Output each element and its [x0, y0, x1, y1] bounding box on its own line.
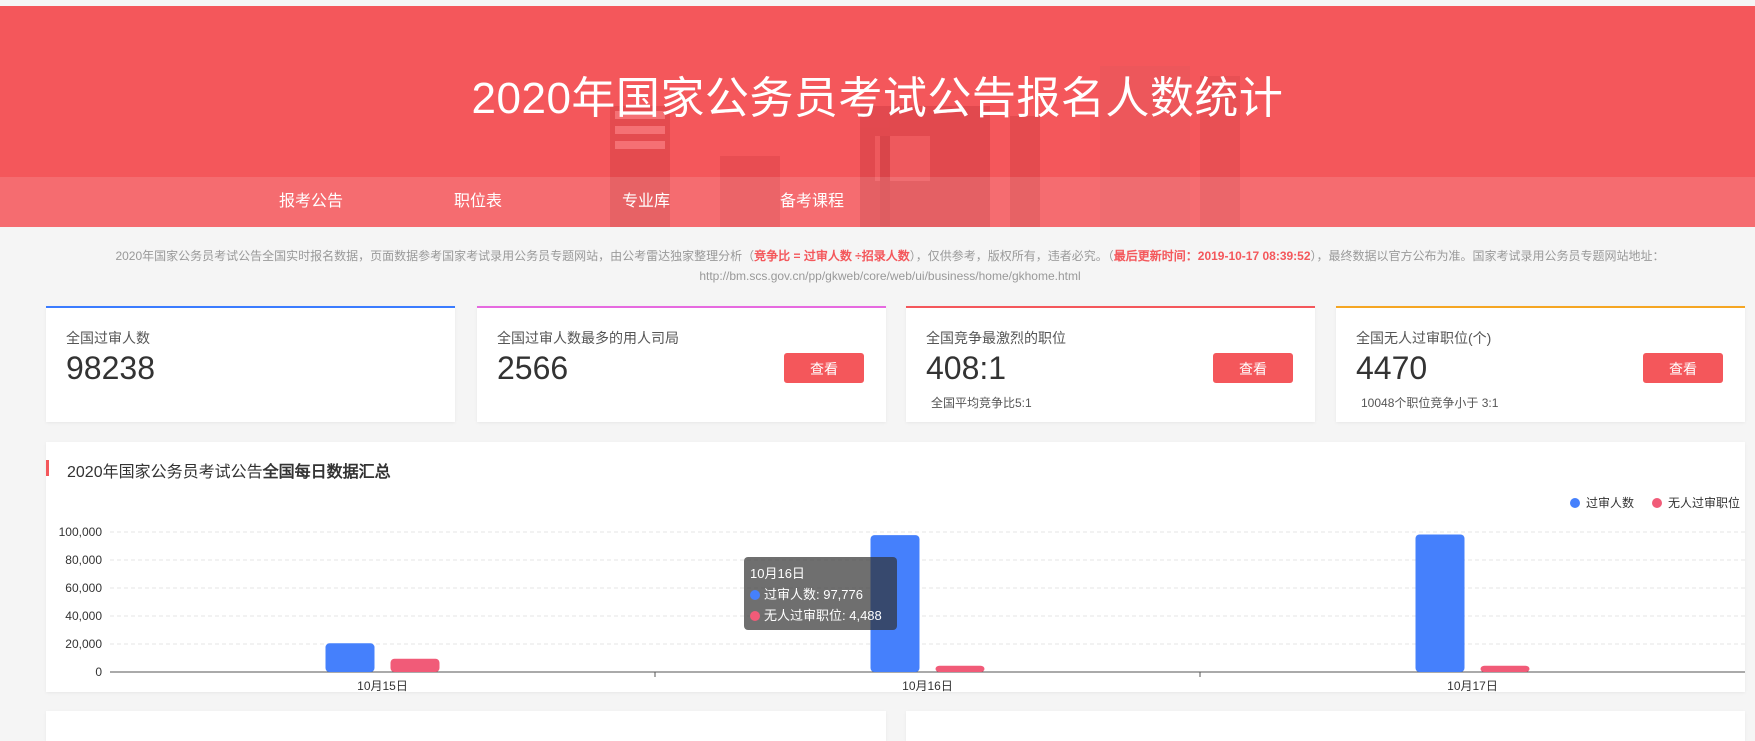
chart-tooltip: 10月16日 过审人数: 97,776 无人过审职位: 4,488: [744, 557, 897, 630]
card-label: 全国过审人数最多的用人司局: [497, 330, 679, 346]
bottom-panel-left: [46, 711, 886, 741]
tooltip-dot-icon: [750, 589, 760, 600]
chart-title-prefix: 2020年国家公务员考试公告: [67, 464, 263, 481]
card-value: 4470: [1356, 350, 1428, 386]
stat-card-approved-total: 全国过审人数 98238: [46, 306, 455, 422]
tooltip-title: 10月16日: [750, 566, 805, 581]
legend-dot-icon: [1570, 497, 1580, 508]
data-source-notice: 2020年国家公务员考试公告全国实时报名数据，页面数据参考国家考试录用公务员专题…: [90, 246, 1690, 286]
legend-item-approved[interactable]: 过审人数: [1570, 494, 1634, 511]
chart-title: 2020年国家公务员考试公告全国每日数据汇总: [67, 458, 391, 482]
page-title: 2020年国家公务员考试公告报名人数统计: [471, 74, 1284, 123]
chart-title-bold: 全国每日数据汇总: [262, 464, 391, 481]
main-nav: 报考公告 职位表 专业库 备考课程: [0, 177, 1755, 227]
card-label: 全国竞争最激烈的职位: [926, 330, 1066, 346]
notice-update-time: 最后更新时间：2019-10-17 08:39:52: [1113, 249, 1311, 263]
nav-position-table[interactable]: 职位表: [454, 177, 502, 227]
stat-card-zero-approved: 全国无人过审职位(个) 4470 查看 10048个职位竞争小于 3:1: [1336, 306, 1745, 422]
tooltip-dot-icon: [750, 610, 760, 621]
view-button[interactable]: 查看: [1643, 353, 1723, 383]
notice-text: ），最终数据以官方公布为准。国家考试录用公务员专题网站地址：: [1310, 249, 1665, 263]
card-label: 全国无人过审职位(个): [1356, 330, 1492, 346]
card-value: 98238: [66, 350, 155, 386]
card-value: 408:1: [926, 350, 1007, 386]
card-value: 2566: [497, 350, 569, 386]
card-label: 全国过审人数: [66, 330, 150, 346]
view-button[interactable]: 查看: [1213, 353, 1293, 383]
stat-card-competition: 全国竞争最激烈的职位 408:1 查看 全国平均竞争比5:1: [906, 306, 1315, 422]
notice-formula: 竞争比 = 过审人数 ÷招录人数: [754, 249, 910, 263]
notice-text: 2020年国家公务员考试公告全国实时报名数据，页面数据参考国家考试录用公务员专题…: [115, 249, 755, 263]
card-subtext: 全国平均竞争比5:1: [931, 396, 1032, 410]
tooltip-line: 过审人数: 97,776: [764, 587, 863, 602]
notice-text: ），仅供参考，版权所有，违者必究。（: [909, 249, 1114, 263]
tooltip-line: 无人过审职位: 4,488: [764, 608, 882, 623]
legend-item-zero-approved[interactable]: 无人过审职位: [1652, 494, 1740, 511]
nav-prep-courses[interactable]: 备考课程: [780, 177, 844, 227]
legend-dot-icon: [1652, 497, 1662, 508]
header-banner: 2020年国家公务员考试公告报名人数统计 报考公告 职位表 专业库 备考课程: [0, 6, 1755, 227]
nav-major-library[interactable]: 专业库: [622, 177, 670, 227]
notice-url[interactable]: http://bm.scs.gov.cn/pp/gkweb/core/web/u…: [699, 269, 1080, 283]
section-marker: [46, 460, 49, 476]
view-button[interactable]: 查看: [784, 353, 864, 383]
bottom-panel-right: [906, 711, 1745, 741]
nav-exam-announcement[interactable]: 报考公告: [279, 177, 343, 227]
stat-card-top-bureau: 全国过审人数最多的用人司局 2566 查看: [477, 306, 886, 422]
legend-label: 过审人数: [1586, 496, 1635, 510]
card-subtext: 10048个职位竞争小于 3:1: [1361, 396, 1499, 410]
legend-label: 无人过审职位: [1668, 496, 1741, 510]
